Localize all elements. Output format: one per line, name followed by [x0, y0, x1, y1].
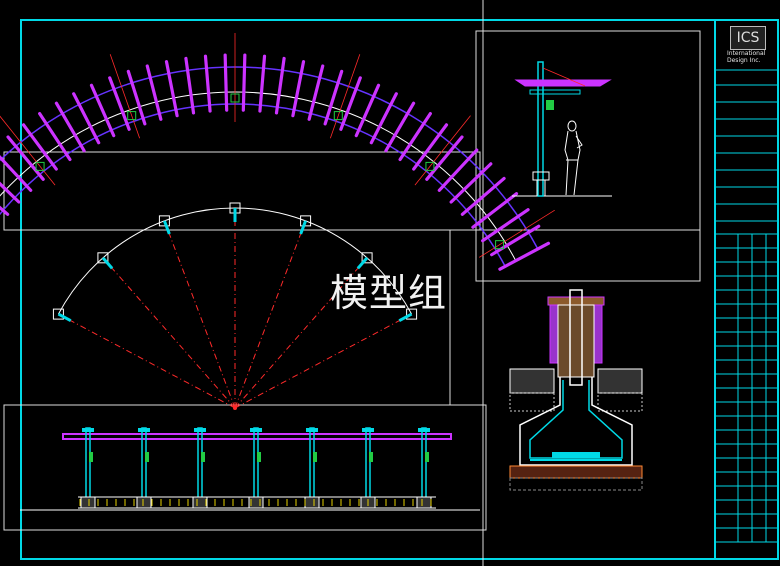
elevation-bracket: [369, 452, 373, 462]
elevation-bracket: [201, 452, 205, 462]
gravel-hatch: [509, 477, 643, 491]
roof-rafter: [307, 64, 325, 121]
foundation-detail-drawing: [509, 289, 643, 491]
anchor-plate: [552, 452, 600, 458]
roof-arc-beam: [0, 66, 539, 250]
roof-rafter: [145, 64, 163, 121]
roof-rafter: [223, 53, 229, 112]
elevation-column-cap: [250, 428, 262, 432]
elevation-column-cap: [82, 428, 94, 432]
company-line-2: Design Inc.: [727, 57, 761, 64]
plan-radial-axis: [58, 313, 236, 409]
roof-rafter: [291, 60, 306, 118]
plan-column-brace: [299, 220, 307, 235]
elevation-pedestal: [192, 496, 208, 509]
elevation-bracket: [257, 452, 261, 462]
elevation-column-cap: [418, 428, 430, 432]
roof-arc-beam: [0, 91, 517, 261]
roof-rafter: [498, 241, 551, 271]
elevation-pedestal: [136, 496, 152, 509]
watermark-text: 模型组: [330, 271, 448, 315]
roof-rafter: [203, 54, 212, 113]
plan-radial-axis: [234, 313, 412, 409]
plan-column-brace: [57, 312, 72, 323]
roof-rafter: [241, 53, 247, 112]
plan-radial-axis: [163, 220, 236, 409]
company-line-1: International: [727, 50, 766, 57]
elevation-pedestal: [80, 496, 96, 509]
roof-rafter: [108, 76, 131, 131]
base-slab: [509, 465, 643, 479]
elevation-top-beam: [62, 433, 452, 440]
plan-center-point: [233, 406, 237, 410]
elevation-bracket: [145, 452, 149, 462]
elevation-column-cap: [138, 428, 150, 432]
roof-rafter: [258, 54, 267, 113]
plan-radial-axis: [234, 220, 307, 409]
column-cap: [547, 296, 605, 306]
bracket: [546, 100, 554, 110]
soil-layer: [509, 392, 555, 412]
roof-arc-beam: [0, 103, 506, 267]
ground-paving: [597, 368, 643, 394]
elevation-bracket: [313, 452, 317, 462]
bench: [532, 171, 550, 181]
column-core: [557, 304, 595, 378]
elevation-column-cap: [306, 428, 318, 432]
column-cladding-left: [549, 304, 559, 364]
title-block: [715, 69, 778, 543]
roof-rafter: [184, 56, 196, 115]
roof-rafter: [274, 56, 286, 115]
elevation-pedestal: [416, 496, 432, 509]
elevation-column-cap: [362, 428, 374, 432]
elevation-column-cap: [194, 428, 206, 432]
elevation-pedestal: [304, 496, 320, 509]
column-cladding-right: [593, 304, 603, 364]
roof-plan-drawing: [0, 33, 555, 271]
front-elevation-drawing: [20, 427, 480, 511]
human-figure: [564, 120, 583, 196]
plan-column-brace: [163, 220, 171, 235]
elevation-bracket: [425, 452, 429, 462]
elevation-bracket: [89, 452, 93, 462]
side-section-drawing: [512, 61, 612, 197]
canopy-beam: [514, 79, 612, 87]
company-name: International Design Inc.: [727, 50, 765, 64]
soil-layer: [597, 392, 643, 412]
plan-radial-axis: [102, 257, 236, 409]
roof-rafter: [339, 76, 362, 131]
roof-rafter: [164, 60, 179, 118]
ground-paving: [509, 368, 555, 394]
company-logo: ICS: [730, 26, 766, 50]
